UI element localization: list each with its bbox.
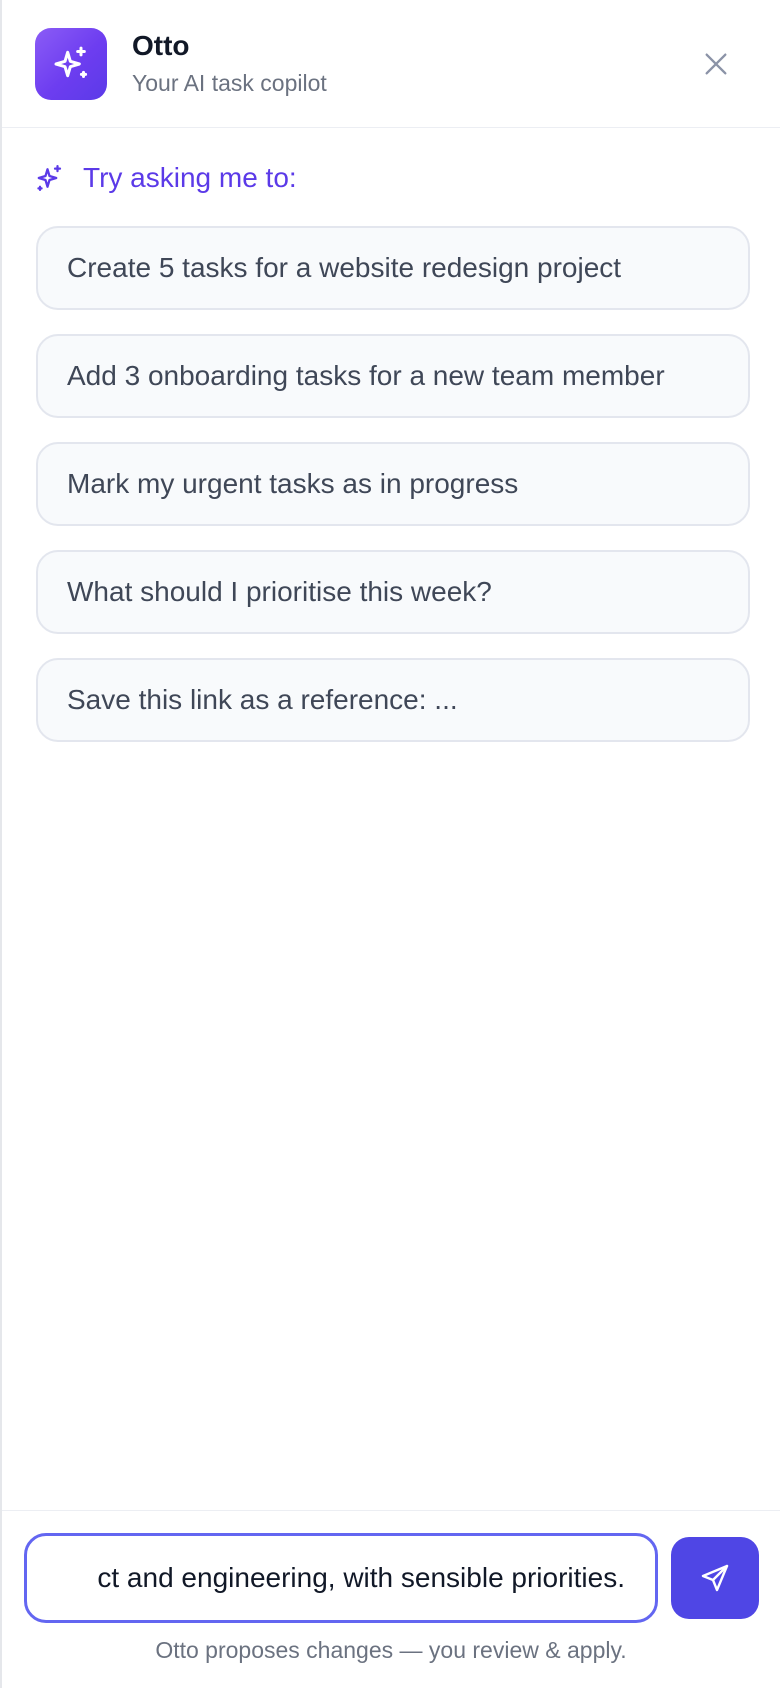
sparkles-icon [54,46,88,78]
close-icon [705,53,727,75]
close-button[interactable] [696,44,736,84]
assistant-name: Otto [132,30,190,61]
assistant-subtitle: Your AI task copilot [132,70,327,96]
suggestion-chip[interactable]: What should I prioritise this week? [36,550,750,634]
sparkles-icon [37,165,62,191]
suggestion-chip[interactable]: Add 3 onboarding tasks for a new team me… [36,334,750,418]
suggestions-heading-label: Try asking me to: [83,162,297,193]
composer: ct and engineering, with sensible priori… [2,1510,780,1688]
chat-input-field[interactable]: ct and engineering, with sensible priori… [24,1533,658,1623]
suggestion-chip[interactable]: Mark my urgent tasks as in progress [36,442,750,526]
send-button[interactable] [671,1537,759,1619]
suggestions-heading: Try asking me to: [35,162,297,194]
disclaimer-text: Otto proposes changes — you review & app… [155,1637,627,1663]
copilot-panel: Otto Your AI task copilot Try asking me … [0,0,780,1688]
suggestion-chip[interactable]: Create 5 tasks for a website redesign pr… [36,226,750,310]
suggestion-chip[interactable]: Save this link as a reference: ... [36,658,750,742]
chat-input[interactable]: ct and engineering, with sensible priori… [97,1536,625,1620]
otto-logo [35,28,107,100]
suggestion-list: Create 5 tasks for a website redesign pr… [36,226,750,766]
send-icon [701,1564,729,1592]
panel-header: Otto Your AI task copilot [2,0,780,128]
